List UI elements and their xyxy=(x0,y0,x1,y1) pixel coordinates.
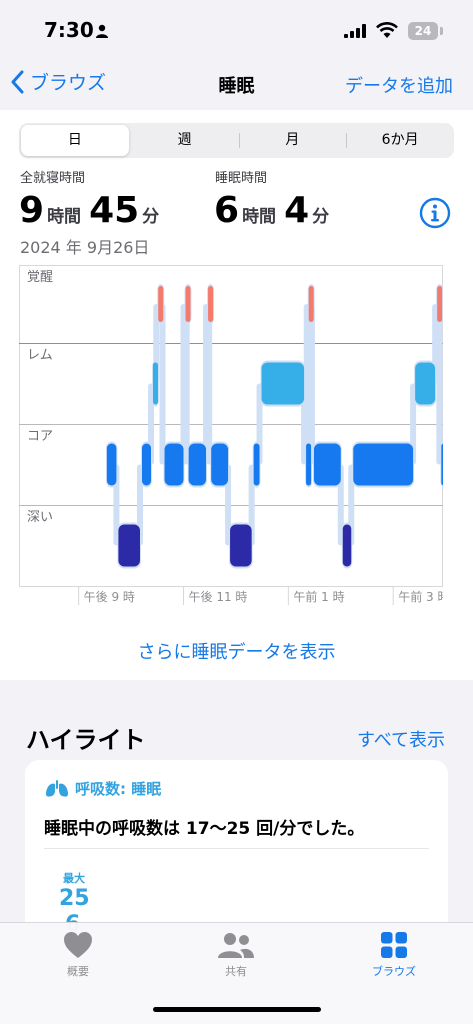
segment-divider xyxy=(238,133,240,148)
rem-segment xyxy=(415,362,436,405)
card-divider xyxy=(44,848,429,849)
period-segmented-control: 日 週 月 6か月 xyxy=(19,123,454,158)
wifi-icon xyxy=(376,22,398,38)
core-segment xyxy=(211,443,229,486)
awake-segment xyxy=(158,286,164,322)
tab-browse[interactable]: ブラウズ xyxy=(349,931,439,979)
core-segment xyxy=(253,443,260,486)
lungs-icon xyxy=(46,779,68,797)
segment-week-label: 週 xyxy=(177,132,192,148)
stage-transition xyxy=(308,304,315,465)
rem-segment xyxy=(261,362,305,405)
time-asleep-minutes-unit: 分 xyxy=(312,207,330,227)
time-in-bed-hours-unit: 時間 xyxy=(47,207,82,227)
time-asleep-hours: 6 xyxy=(214,190,240,231)
tab-browse-label: ブラウズ xyxy=(372,965,416,978)
awake-segment xyxy=(185,286,191,322)
stage-label: レム xyxy=(27,348,53,363)
stage-label: コア xyxy=(27,429,53,444)
battery-indicator: 24 xyxy=(408,22,438,40)
respiratory-rate-summary: 睡眠中の呼吸数は 17～25 回/分でした。 xyxy=(44,819,365,839)
awake-segment xyxy=(308,286,314,322)
respiratory-rate-heading: 呼吸数: 睡眠 xyxy=(45,778,161,799)
segment-6-months[interactable]: 6か月 xyxy=(346,123,454,158)
x-tick-label: 午前 1 時 xyxy=(293,589,344,604)
show-all-link[interactable]: すべて表示 xyxy=(357,726,445,752)
date-label: 2024 年 9月26日 xyxy=(20,238,150,257)
time-asleep-minutes: 4 xyxy=(284,190,310,231)
highlights-title: ハイライト xyxy=(26,726,146,754)
sleep-stages-chart: 覚醒レムコア深い午後 9 時 午後 11 時 午前 1 時 午前 3 時 xyxy=(19,265,443,605)
home-indicator xyxy=(153,1007,321,1012)
deep-segment xyxy=(342,524,352,567)
segment-week[interactable]: 週 xyxy=(131,123,239,158)
time-asleep-value: 6 時間 4 分 xyxy=(214,190,337,231)
stage-transition xyxy=(159,304,166,465)
core-segment xyxy=(353,443,414,486)
core-segment xyxy=(313,443,341,486)
core-segment xyxy=(164,443,184,486)
stage-label: 深い xyxy=(27,510,53,525)
segment-month[interactable]: 月 xyxy=(238,123,347,158)
time-in-bed-minutes: 45 xyxy=(89,190,140,231)
time-in-bed-minutes-unit: 分 xyxy=(142,207,160,227)
stage-label: 覚醒 xyxy=(27,270,53,285)
tab-summary-label: 概要 xyxy=(67,965,89,978)
segment-month-label: 月 xyxy=(285,132,300,148)
tab-sharing-label: 共有 xyxy=(225,965,247,978)
awake-segment xyxy=(437,286,443,322)
rem-segment xyxy=(153,362,159,405)
core-segment xyxy=(306,443,312,486)
person-icon xyxy=(96,24,108,38)
time-in-bed-value: 9 時間 45 分 xyxy=(19,190,167,231)
segment-divider xyxy=(346,133,348,148)
time-in-bed-hours: 9 xyxy=(19,190,45,231)
grid-icon xyxy=(381,932,407,958)
time-asleep-hours-unit: 時間 xyxy=(242,207,277,227)
navigation-bar: ブラウズ 睡眠 データを追加 xyxy=(0,58,473,110)
awake-segment xyxy=(208,286,214,322)
stage-transition xyxy=(436,304,443,465)
info-icon[interactable] xyxy=(419,197,451,229)
add-data-button[interactable]: データを追加 xyxy=(345,72,453,98)
status-time: 7:30 xyxy=(44,18,94,42)
tab-summary[interactable]: 概要 xyxy=(33,931,123,979)
show-more-sleep-data-link[interactable]: さらに睡眠データを表示 xyxy=(0,638,473,664)
sleep-stages-chart-svg: 覚醒レムコア深い午後 9 時 午後 11 時 午前 1 時 午前 3 時 xyxy=(19,265,443,605)
segment-day[interactable]: 日 xyxy=(21,125,129,156)
battery-tip xyxy=(440,27,443,35)
respiratory-rate-heading-label: 呼吸数: 睡眠 xyxy=(75,780,162,798)
people-icon xyxy=(218,933,254,958)
segment-6-months-label: 6か月 xyxy=(381,132,419,148)
signal-icon xyxy=(344,24,366,38)
stage-transition xyxy=(206,304,213,465)
core-segment xyxy=(141,443,152,486)
core-segment xyxy=(188,443,207,486)
x-tick-label: 午後 11 時 xyxy=(189,590,248,604)
core-segment xyxy=(106,443,117,486)
status-bar: 7:30 24 xyxy=(0,0,473,58)
max-value: 25 xyxy=(59,886,90,911)
stage-transition xyxy=(183,304,190,465)
time-asleep-label: 睡眠時間 xyxy=(215,171,268,186)
max-label: 最大 xyxy=(63,872,85,885)
heart-icon xyxy=(64,932,92,958)
sleep-card: 日 週 月 6か月 全就寝時間 9 時間 45 分 睡眠時間 6 時間 4 分 … xyxy=(0,110,473,680)
tab-sharing[interactable]: 共有 xyxy=(191,931,281,979)
deep-segment xyxy=(118,524,140,567)
deep-segment xyxy=(230,524,252,567)
core-segment xyxy=(441,443,443,486)
time-in-bed-label: 全就寝時間 xyxy=(20,171,86,186)
x-tick-label: 午後 9 時 xyxy=(84,590,135,604)
x-tick-label: 午前 3 時 xyxy=(398,589,443,604)
